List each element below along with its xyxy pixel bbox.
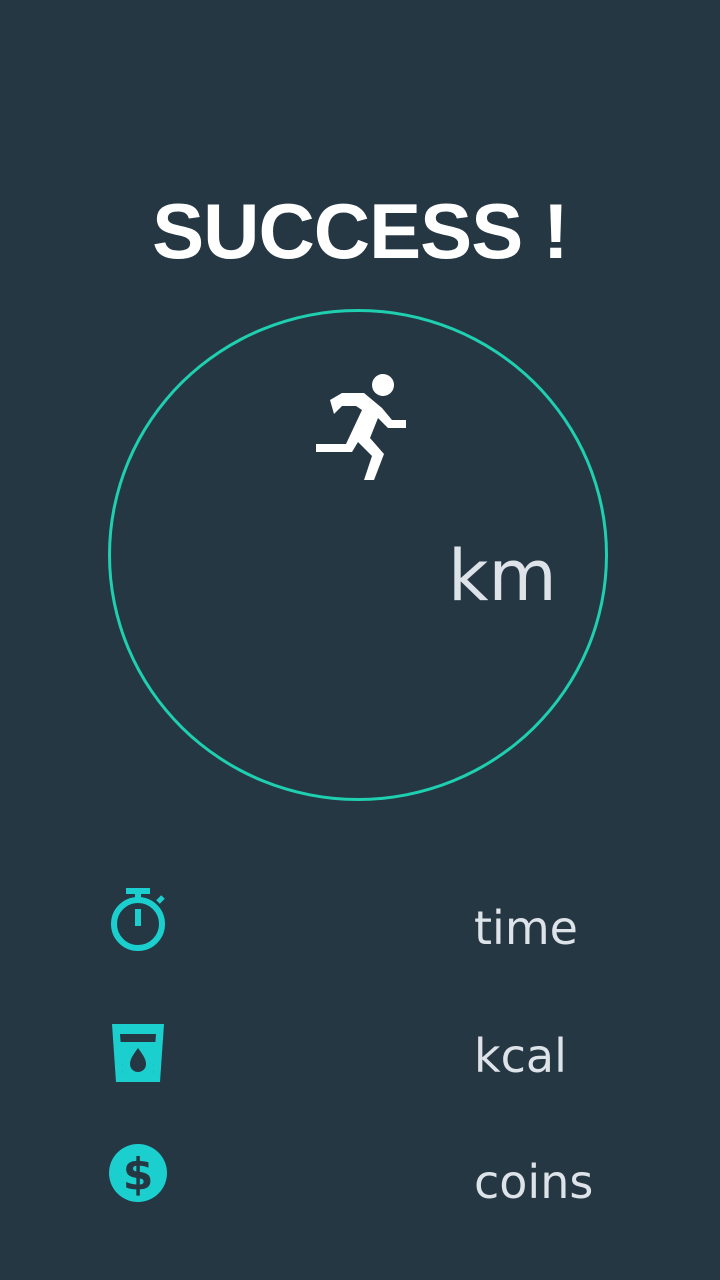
distance-unit: km: [448, 535, 557, 617]
stopwatch-icon: [111, 888, 165, 951]
svg-text:$: $: [123, 1149, 154, 1200]
page-title: SUCCESS !: [152, 187, 569, 275]
stat-row-coins: $ coins: [0, 1142, 720, 1222]
stat-label-coins: coins: [474, 1155, 594, 1209]
running-person-icon: [316, 374, 406, 480]
stat-label-kcal: kcal: [474, 1029, 567, 1083]
stat-label-time: time: [474, 901, 578, 955]
dollar-coin-icon: $: [109, 1144, 167, 1202]
stat-row-kcal: kcal: [0, 1022, 720, 1102]
stat-row-time: time: [0, 888, 720, 968]
water-cup-icon: [112, 1024, 164, 1082]
